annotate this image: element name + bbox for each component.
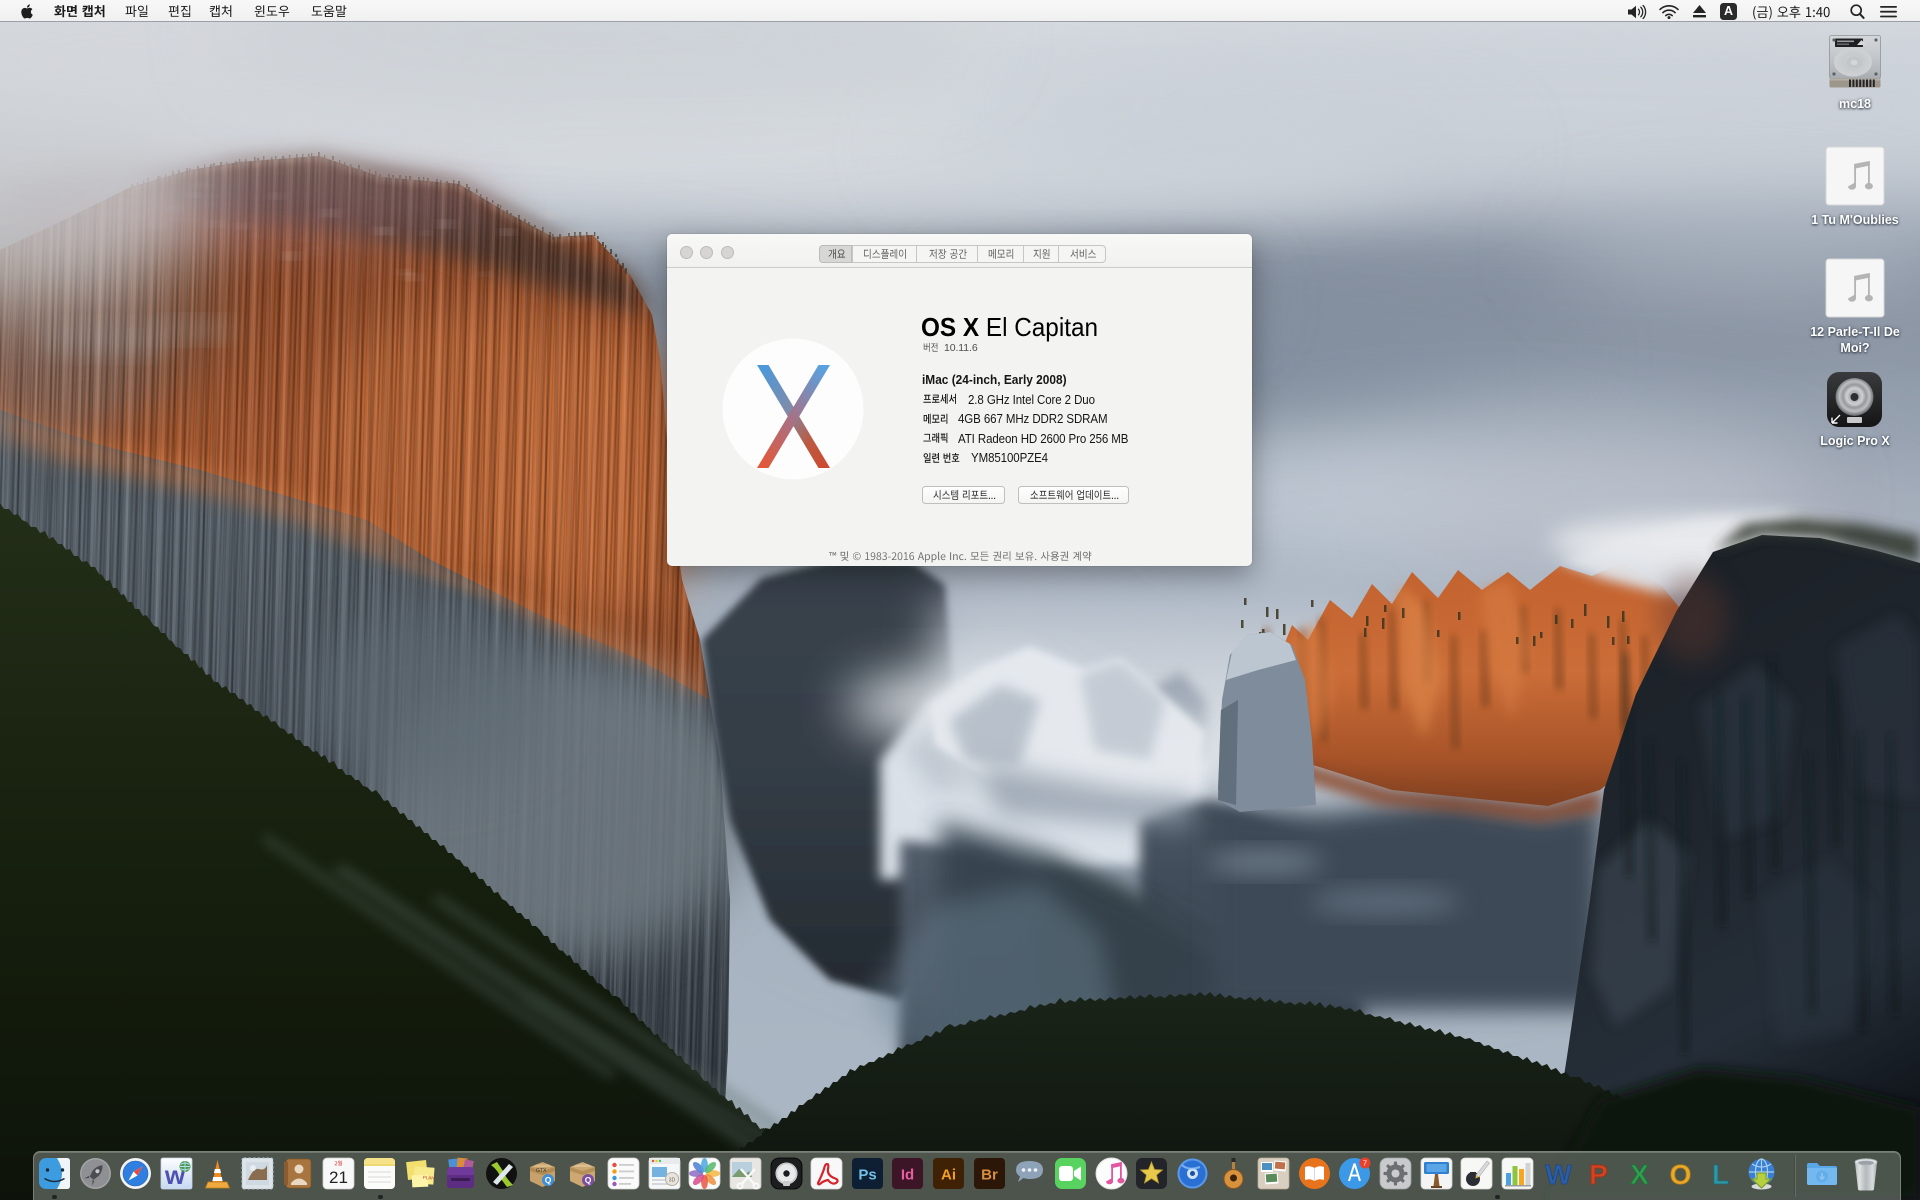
- svg-text:Br: Br: [981, 1167, 998, 1184]
- svg-text:Ps: Ps: [858, 1167, 876, 1184]
- svg-text:X: X: [1630, 1159, 1649, 1190]
- svg-text:L: L: [1712, 1159, 1729, 1190]
- svg-text:GTX: GTX: [536, 1168, 547, 1174]
- svg-text:Ai: Ai: [941, 1167, 956, 1184]
- svg-text:7: 7: [1363, 1159, 1367, 1168]
- svg-text:3D: 3D: [669, 1178, 676, 1184]
- svg-text:Q: Q: [585, 1175, 592, 1185]
- svg-text:Q: Q: [545, 1175, 552, 1185]
- svg-text:Id: Id: [901, 1167, 914, 1184]
- svg-text:W: W: [1545, 1159, 1572, 1190]
- svg-text:21: 21: [329, 1168, 348, 1187]
- svg-text:P: P: [1589, 1159, 1608, 1190]
- svg-text:O: O: [1670, 1159, 1692, 1190]
- svg-text:PLAN: PLAN: [423, 1175, 435, 1181]
